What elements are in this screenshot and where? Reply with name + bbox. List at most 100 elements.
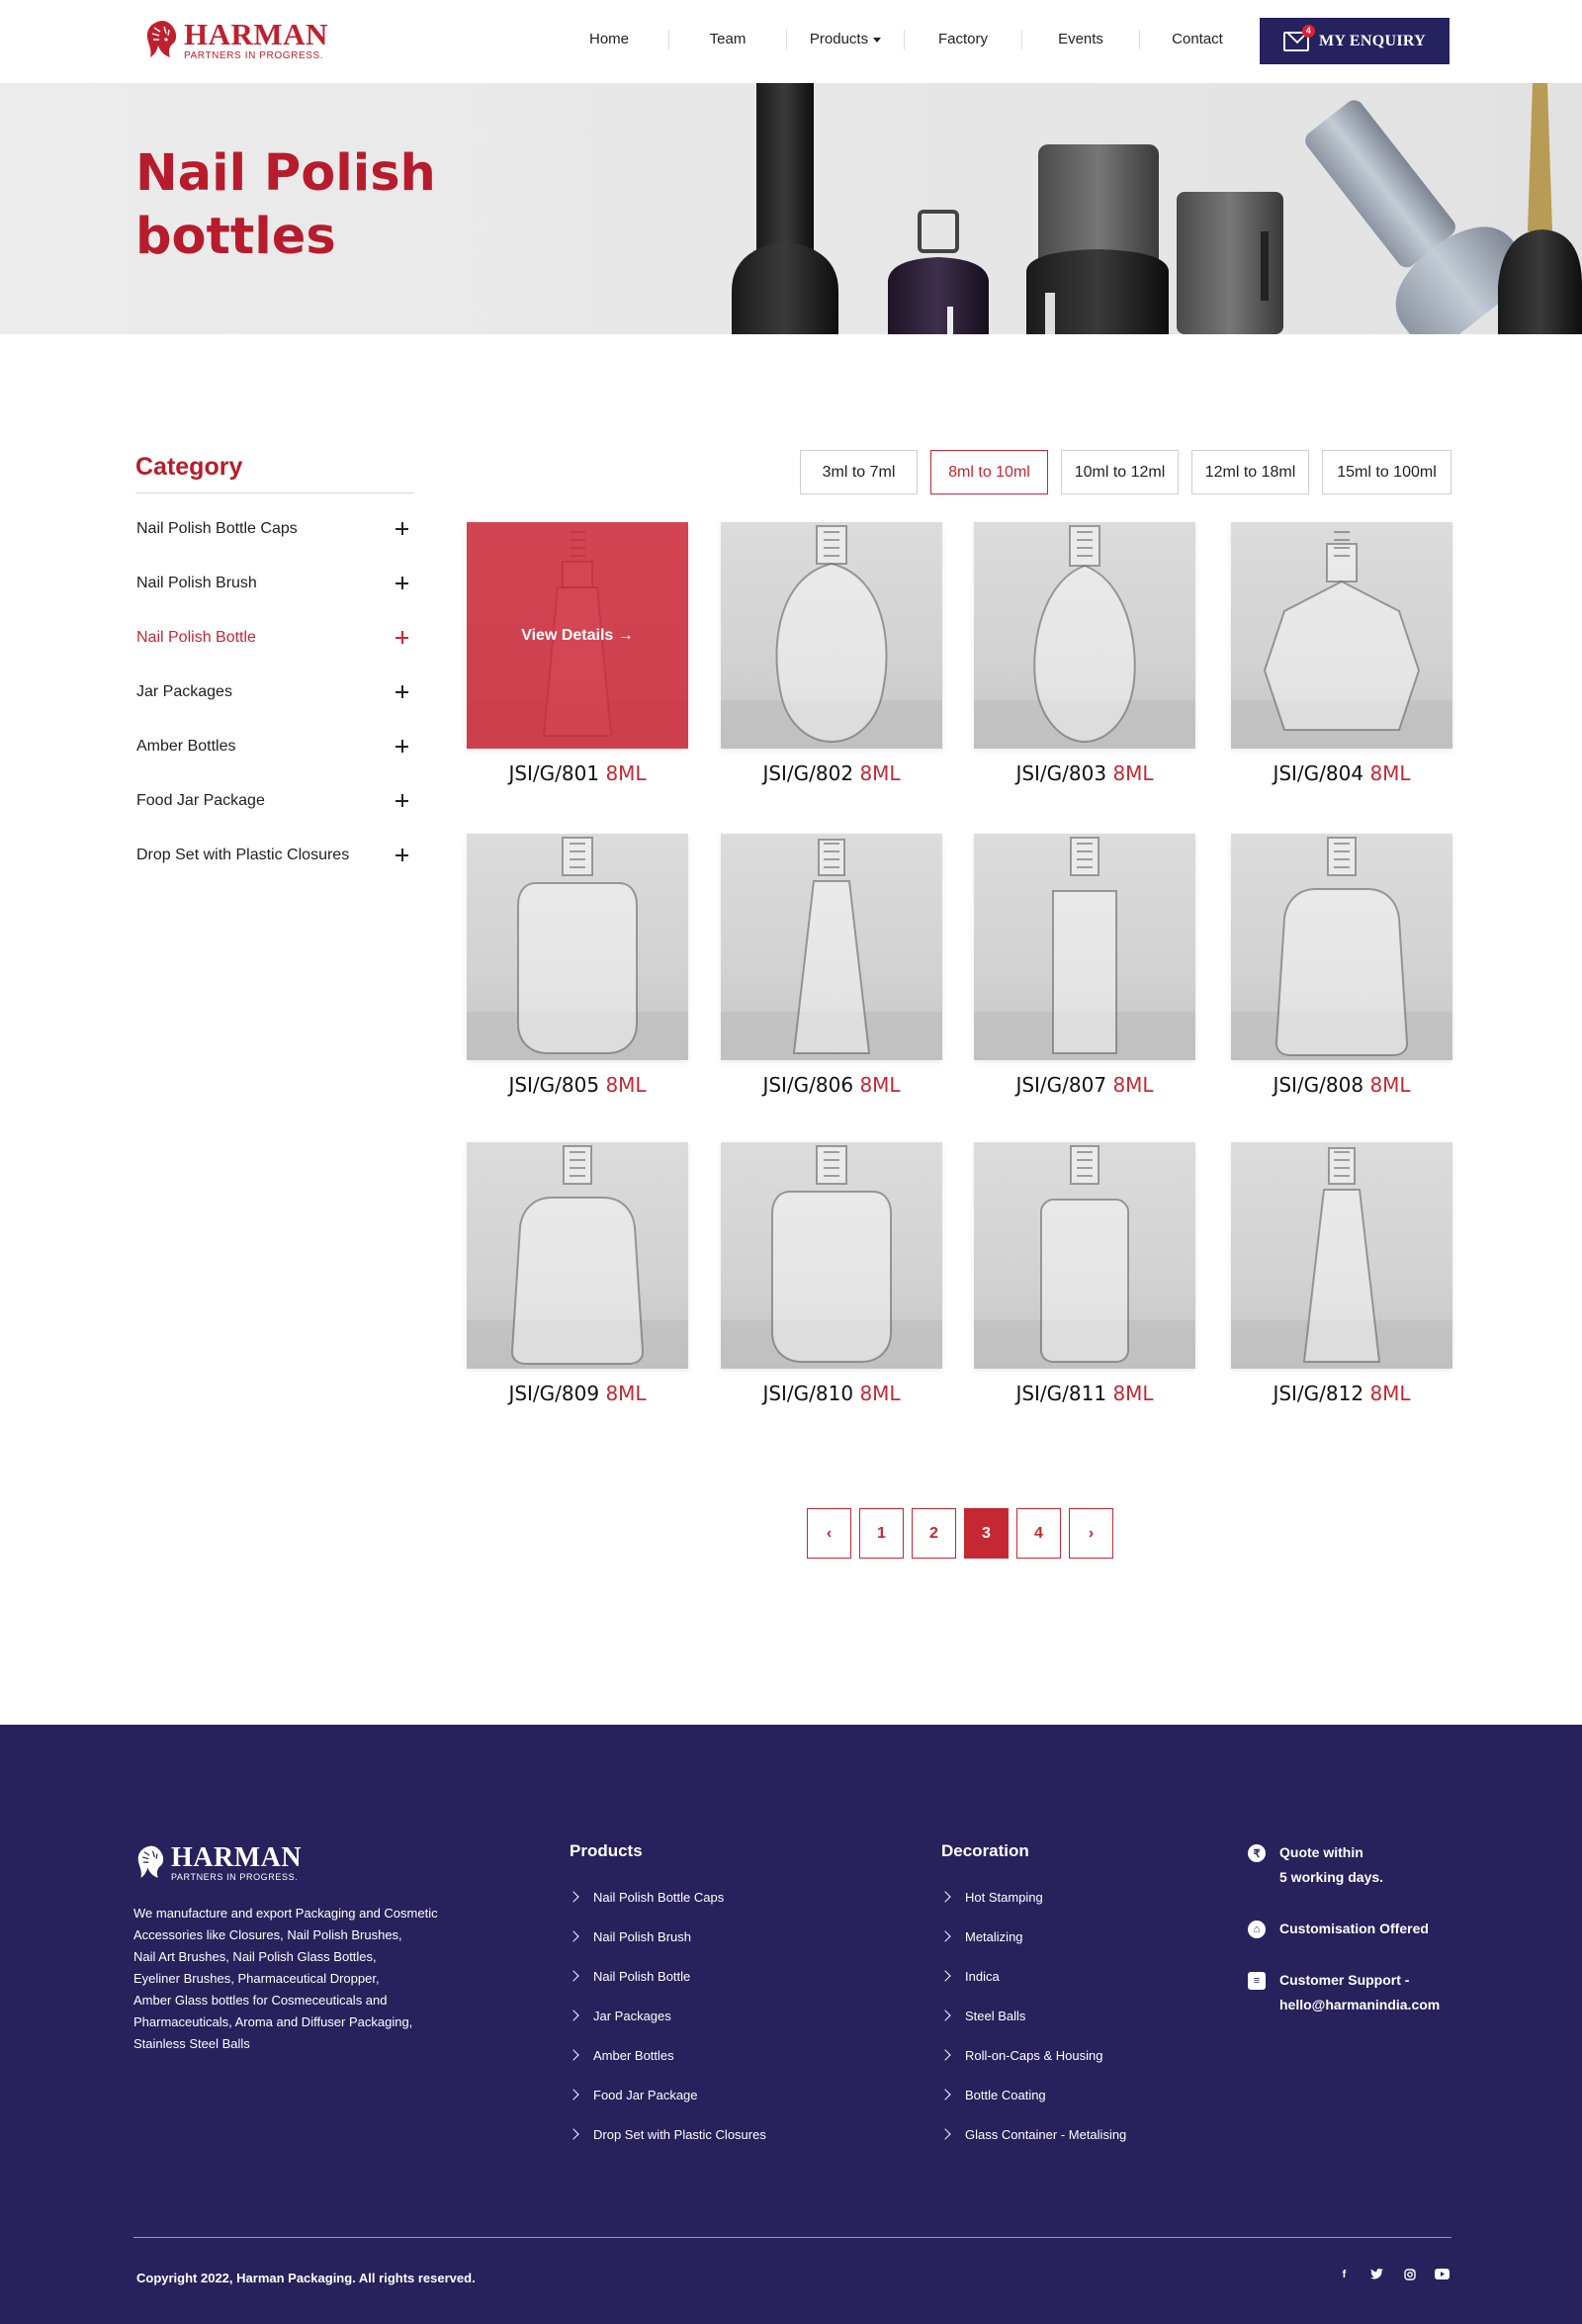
harman-logo[interactable]: HARMAN PARTNERS IN PROGRESS. — [142, 18, 328, 63]
category-item-jar-packages[interactable]: Jar Packages — [135, 665, 414, 719]
category-heading: Category — [135, 453, 243, 481]
product-caption[interactable]: JSI/G/806 8ML — [721, 1073, 942, 1097]
category-item-nail-polish-brush[interactable]: Nail Polish Brush — [135, 556, 414, 610]
prev-page-button[interactable]: ‹ — [807, 1508, 851, 1559]
plus-icon[interactable] — [396, 740, 408, 753]
plus-icon[interactable] — [396, 685, 408, 698]
plus-icon[interactable] — [396, 522, 408, 535]
product-caption[interactable]: JSI/G/810 8ML — [721, 1382, 942, 1405]
page-2-button[interactable]: 2 — [912, 1508, 956, 1559]
footer-link[interactable]: Roll-on-Caps & Housing — [939, 2035, 1126, 2075]
category-item-food-jar-package[interactable]: Food Jar Package — [135, 773, 414, 828]
footer-link[interactable]: Nail Polish Brush — [568, 1917, 766, 1956]
footer-link[interactable]: Food Jar Package — [568, 2075, 766, 2114]
plus-icon[interactable] — [396, 849, 408, 861]
facebook-icon[interactable]: f — [1335, 2265, 1354, 2283]
plus-icon[interactable] — [396, 631, 408, 644]
plus-icon[interactable] — [396, 577, 408, 589]
nav-products[interactable]: Products — [787, 28, 904, 51]
view-details-overlay[interactable]: View Details → — [467, 522, 688, 749]
product-caption[interactable]: JSI/G/808 8ML — [1231, 1073, 1452, 1097]
product-image[interactable] — [974, 834, 1195, 1060]
nav-contact[interactable]: Contact — [1140, 28, 1255, 51]
product-image[interactable]: View Details → — [467, 522, 688, 749]
product-card[interactable]: JSI/G/807 8ML — [974, 834, 1195, 1097]
product-card[interactable]: JSI/G/812 8ML — [1231, 1142, 1452, 1405]
nav-factory[interactable]: Factory — [905, 28, 1021, 51]
product-card[interactable]: View Details → JSI/G/801 8ML — [467, 522, 688, 785]
product-card[interactable]: JSI/G/808 8ML — [1231, 834, 1452, 1097]
product-caption[interactable]: JSI/G/807 8ML — [974, 1073, 1195, 1097]
footer-logo[interactable]: HARMAN PARTNERS IN PROGRESS. — [133, 1843, 302, 1883]
product-image[interactable] — [467, 1142, 688, 1369]
filter-10-12ml[interactable]: 10ml to 12ml — [1061, 450, 1179, 494]
product-image[interactable] — [974, 522, 1195, 749]
footer-link[interactable]: Glass Container - Metalising — [939, 2114, 1126, 2154]
next-page-button[interactable]: › — [1069, 1508, 1113, 1559]
product-card[interactable]: JSI/G/802 8ML — [721, 522, 942, 785]
product-image[interactable] — [721, 522, 942, 749]
nav-team[interactable]: Team — [669, 28, 786, 51]
footer-link[interactable]: Drop Set with Plastic Closures — [568, 2114, 766, 2154]
footer-divider — [133, 2237, 1451, 2238]
footer-link-label: Indica — [965, 1968, 1000, 1984]
filter-8-10ml[interactable]: 8ml to 10ml — [930, 450, 1048, 494]
category-item-nail-polish-bottle[interactable]: Nail Polish Bottle — [135, 610, 414, 665]
footer-link[interactable]: Hot Stamping — [939, 1877, 1126, 1917]
instagram-icon[interactable] — [1400, 2265, 1419, 2283]
footer-link[interactable]: Indica — [939, 1956, 1126, 1996]
view-details-label: View Details — [521, 626, 614, 644]
product-card[interactable]: JSI/G/803 8ML — [974, 522, 1195, 785]
youtube-icon[interactable] — [1433, 2265, 1451, 2283]
product-image[interactable] — [1231, 834, 1452, 1060]
twitter-icon[interactable] — [1367, 2265, 1386, 2283]
my-enquiry-button[interactable]: 4 MY ENQUIRY — [1260, 18, 1450, 64]
page-3-button[interactable]: 3 — [964, 1508, 1009, 1559]
product-image[interactable] — [467, 834, 688, 1060]
filter-3-7ml[interactable]: 3ml to 7ml — [800, 450, 918, 494]
product-card[interactable]: JSI/G/806 8ML — [721, 834, 942, 1097]
plus-icon[interactable] — [396, 794, 408, 807]
product-caption[interactable]: JSI/G/803 8ML — [974, 761, 1195, 785]
product-caption[interactable]: JSI/G/812 8ML — [1231, 1382, 1452, 1405]
page-4-button[interactable]: 4 — [1016, 1508, 1061, 1559]
product-card[interactable]: JSI/G/811 8ML — [974, 1142, 1195, 1405]
info-support[interactable]: ≡ Customer Support - hello@harmanindia.c… — [1248, 1971, 1455, 2017]
arrow-right-icon: → — [617, 626, 634, 644]
copyright-text: Copyright 2022, Harman Packaging. All ri… — [136, 2271, 476, 2285]
footer-link[interactable]: Nail Polish Bottle Caps — [568, 1877, 766, 1917]
footer-link[interactable]: Metalizing — [939, 1917, 1126, 1956]
filter-15-100ml[interactable]: 15ml to 100ml — [1322, 450, 1451, 494]
product-image[interactable] — [721, 834, 942, 1060]
product-caption[interactable]: JSI/G/805 8ML — [467, 1073, 688, 1097]
product-image[interactable] — [1231, 522, 1452, 749]
nav-events[interactable]: Events — [1022, 28, 1139, 51]
product-card[interactable]: JSI/G/804 8ML — [1231, 522, 1452, 785]
footer-link-label: Roll-on-Caps & Housing — [965, 2047, 1103, 2063]
page-1-button[interactable]: 1 — [859, 1508, 904, 1559]
footer-link[interactable]: Nail Polish Bottle — [568, 1956, 766, 1996]
product-card[interactable]: JSI/G/809 8ML — [467, 1142, 688, 1405]
footer-link-label: Drop Set with Plastic Closures — [593, 2126, 766, 2142]
product-image[interactable] — [974, 1142, 1195, 1369]
filter-12-18ml[interactable]: 12ml to 18ml — [1191, 450, 1309, 494]
footer-link[interactable]: Amber Bottles — [568, 2035, 766, 2075]
product-caption[interactable]: JSI/G/804 8ML — [1231, 761, 1452, 785]
product-caption[interactable]: JSI/G/811 8ML — [974, 1382, 1195, 1405]
footer-link[interactable]: Jar Packages — [568, 1996, 766, 2035]
category-item-drop-set[interactable]: Drop Set with Plastic Closures — [135, 828, 414, 882]
nav-home[interactable]: Home — [550, 28, 668, 51]
glass-bottle-image — [721, 525, 942, 749]
footer-link[interactable]: Bottle Coating — [939, 2075, 1126, 2114]
product-card[interactable]: JSI/G/805 8ML — [467, 834, 688, 1097]
product-caption[interactable]: JSI/G/809 8ML — [467, 1382, 688, 1405]
product-caption[interactable]: JSI/G/802 8ML — [721, 761, 942, 785]
category-label: Food Jar Package — [136, 791, 265, 809]
footer-link[interactable]: Steel Balls — [939, 1996, 1126, 2035]
category-item-amber-bottles[interactable]: Amber Bottles — [135, 719, 414, 773]
product-caption[interactable]: JSI/G/801 8ML — [467, 761, 688, 785]
product-image[interactable] — [1231, 1142, 1452, 1369]
category-item-nail-polish-bottle-caps[interactable]: Nail Polish Bottle Caps — [135, 501, 414, 556]
product-card[interactable]: JSI/G/810 8ML — [721, 1142, 942, 1405]
product-image[interactable] — [721, 1142, 942, 1369]
